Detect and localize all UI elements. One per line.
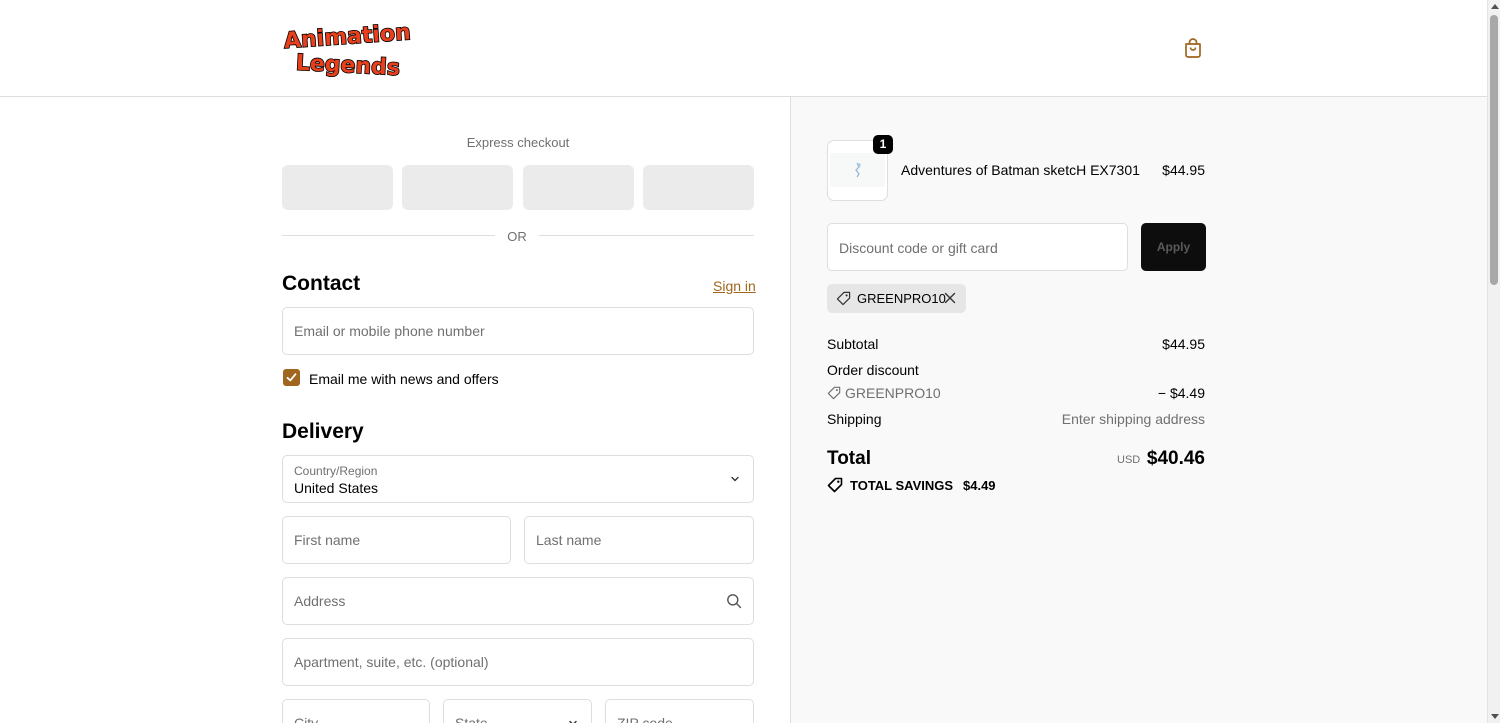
- total-savings-label: TOTAL SAVINGS: [850, 478, 954, 493]
- first-name-field[interactable]: First name: [282, 516, 511, 564]
- last-name-placeholder: Last name: [536, 532, 602, 548]
- svg-text:Legends: Legends: [295, 51, 400, 78]
- brand-logo[interactable]: Animation Legends: [282, 18, 414, 78]
- chevron-down-icon: [569, 720, 577, 723]
- shopping-bag-icon[interactable]: [1181, 36, 1205, 60]
- divider-left: [282, 235, 495, 236]
- quantity-badge: 1: [873, 135, 893, 154]
- country-value: United States: [294, 480, 379, 496]
- svg-text:Animation: Animation: [283, 20, 411, 54]
- page-scrollbar[interactable]: [1487, 0, 1500, 723]
- last-name-field[interactable]: Last name: [524, 516, 754, 564]
- total-value: $40.46: [1146, 448, 1205, 469]
- checkout-form: Express checkout OR Contact Sign in Emai…: [0, 97, 790, 723]
- or-divider-text: OR: [507, 229, 527, 244]
- applied-discount-chip: GREENPRO10: [827, 284, 966, 313]
- express-checkout-title: Express checkout: [466, 135, 570, 150]
- site-header: Animation Legends: [0, 0, 1487, 97]
- state-select[interactable]: State: [443, 699, 592, 723]
- product-name: Adventures of Batman sketcH EX7301: [901, 162, 1140, 178]
- express-pay-button-3[interactable]: [523, 165, 634, 210]
- order-discount-label: Order discount: [827, 362, 919, 378]
- address-placeholder: Address: [294, 593, 346, 609]
- email-field[interactable]: Email or mobile phone number: [282, 307, 754, 355]
- address-field[interactable]: Address: [282, 577, 754, 625]
- currency-code: USD: [1117, 454, 1141, 466]
- city-placeholder: City: [294, 715, 319, 723]
- discount-placeholder: Discount code or gift card: [839, 240, 998, 256]
- chevron-down-icon: [731, 476, 739, 482]
- order-summary: 1 Adventures of Batman sketcH EX7301 $44…: [790, 97, 1487, 723]
- express-pay-button-2[interactable]: [402, 165, 513, 210]
- product-image: [830, 153, 885, 187]
- sign-in-link[interactable]: Sign in: [713, 278, 756, 294]
- city-field[interactable]: City: [282, 699, 430, 723]
- shipping-value: Enter shipping address: [1061, 411, 1205, 427]
- shipping-label: Shipping: [827, 411, 882, 427]
- subtotal-label: Subtotal: [827, 336, 879, 352]
- email-placeholder: Email or mobile phone number: [294, 323, 485, 339]
- scroll-up-arrow-icon[interactable]: [1491, 4, 1499, 9]
- discount-code-label: GREENPRO10: [845, 385, 941, 401]
- product-price: $44.95: [1162, 162, 1205, 178]
- country-select[interactable]: Country/Region United States: [282, 455, 754, 503]
- tag-icon: [827, 386, 841, 400]
- apply-button[interactable]: Apply: [1141, 223, 1206, 271]
- divider-right: [539, 235, 754, 236]
- remove-icon[interactable]: [944, 292, 956, 304]
- scrollbar-thumb[interactable]: [1490, 15, 1498, 285]
- discount-value: − $4.49: [1157, 385, 1205, 401]
- first-name-placeholder: First name: [294, 532, 361, 548]
- newsletter-label: Email me with news and offers: [309, 371, 499, 387]
- state-placeholder: State: [455, 715, 488, 723]
- delivery-heading: Delivery: [282, 420, 364, 443]
- total-label: Total: [827, 448, 871, 469]
- express-pay-button-1[interactable]: [282, 165, 393, 210]
- contact-heading: Contact: [282, 272, 361, 295]
- tag-icon: [836, 291, 851, 306]
- apartment-field[interactable]: Apartment, suite, etc. (optional): [282, 638, 754, 686]
- scroll-down-arrow-icon[interactable]: [1491, 714, 1499, 719]
- savings-tag-icon: [827, 477, 843, 493]
- discount-code-input[interactable]: Discount code or gift card: [827, 223, 1128, 271]
- zip-field[interactable]: ZIP code: [605, 699, 754, 723]
- zip-placeholder: ZIP code: [617, 715, 673, 723]
- subtotal-value: $44.95: [1162, 336, 1205, 352]
- express-pay-button-4[interactable]: [643, 165, 754, 210]
- check-icon: [286, 373, 297, 382]
- apartment-placeholder: Apartment, suite, etc. (optional): [294, 654, 489, 670]
- search-icon: [727, 594, 742, 609]
- total-savings-value: $4.49: [963, 478, 996, 493]
- country-label: Country/Region: [294, 464, 378, 478]
- newsletter-checkbox[interactable]: [283, 369, 300, 386]
- applied-code: GREENPRO10: [857, 291, 946, 306]
